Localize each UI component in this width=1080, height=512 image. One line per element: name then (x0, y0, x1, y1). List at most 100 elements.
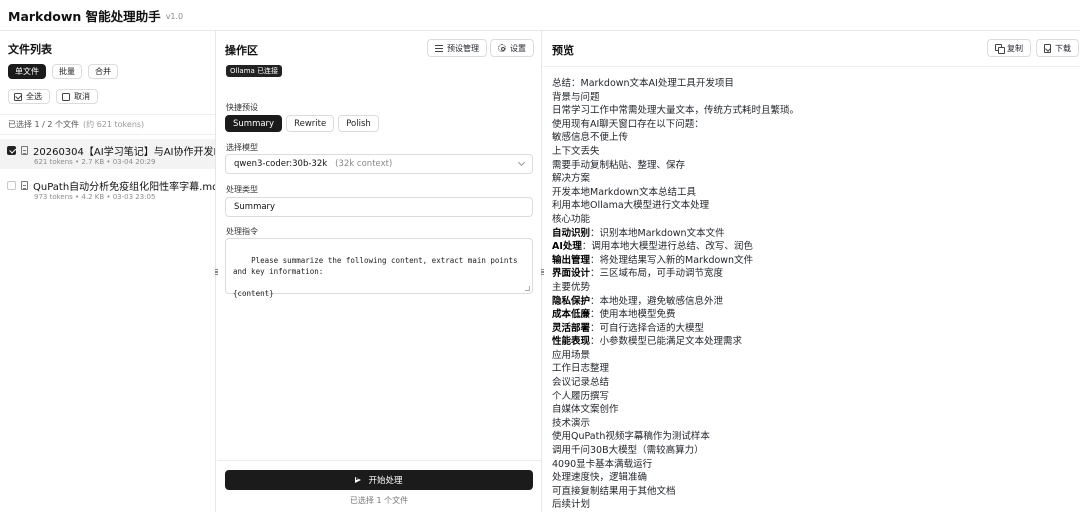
file-list-title: 文件列表 (8, 43, 52, 56)
preview-line-bold: 性能表现 (552, 336, 591, 348)
deselect-button[interactable]: 取消 (56, 89, 98, 104)
preview-panel: 预览 复制 下载 总结：Markdown文本AI处理工具开发项目 背景与问题日常学… (543, 31, 1080, 512)
download-icon (1044, 43, 1051, 53)
preview-line-text: 后续计划 (552, 499, 591, 511)
preview-line-text: ：将处理结果写入新的Markdown文件 (590, 254, 754, 266)
model-select[interactable]: qwen3-coder:30b-32k (32k context) (225, 154, 533, 174)
preview-line-text: ：使用本地模型免费 (590, 309, 676, 321)
preview-line-text: 核心功能 (552, 213, 591, 225)
select-all-label: 全选 (26, 92, 42, 101)
preview-line: 个人履历撰写 (552, 390, 1072, 404)
file-item[interactable]: 20260304【AI学习笔记】与AI协作开发Markdown 621 toke… (0, 139, 215, 169)
preview-line: 日常学习工作中常需处理大量文本，传统方式耗时且繁琐。 (552, 104, 1072, 118)
preview-line-text: 敏感信息不便上传 (552, 132, 629, 144)
preview-line: 灵活部署：可自行选择合适的大模型 (552, 322, 1072, 336)
preview-line-text: 自媒体文案创作 (552, 404, 619, 416)
file-name: 20260304【AI学习笔记】与AI协作开发Markdown (33, 146, 215, 158)
ollama-status-badge: Ollama 已连接 (226, 65, 283, 77)
preset-rewrite-button[interactable]: Rewrite (286, 115, 335, 132)
mode-single-button[interactable]: 单文件 (8, 64, 46, 79)
preview-line-text: 技术演示 (552, 417, 591, 429)
preview-line: 输出管理：将处理结果写入新的Markdown文件 (552, 254, 1072, 268)
preview-line-text: 使用QuPath视频字幕稿作为测试样本 (552, 431, 710, 443)
preset-manage-button[interactable]: 预设管理 (427, 39, 487, 57)
preset-polish-button[interactable]: Polish (338, 115, 379, 132)
start-hint: 已选择 1 个文件 (349, 496, 409, 505)
preview-content: 总结：Markdown文本AI处理工具开发项目 背景与问题日常学习工作中常需处理大… (552, 77, 1072, 512)
preview-line-text: ：小参数模型已能满足文本处理需求 (590, 336, 743, 348)
model-value: qwen3-coder:30b-32k (234, 159, 328, 169)
preview-line: 自媒体文案创作 (552, 403, 1072, 417)
mode-batch-button[interactable]: 批量 (52, 64, 82, 79)
preview-line: 总结：Markdown文本AI处理工具开发项目 (552, 77, 1072, 91)
select-all-button[interactable]: 全选 (8, 89, 50, 104)
preview-line: 需要手动复制粘贴、整理、保存 (552, 159, 1072, 173)
preview-line: 主要优势 (552, 281, 1072, 295)
settings-button[interactable]: 设置 (490, 39, 534, 57)
file-checkbox[interactable] (7, 180, 16, 190)
preview-line: 敏感信息不便上传 (552, 131, 1072, 145)
selection-count: 已选择 1 / 2 个文件 (8, 120, 80, 129)
operation-title: 操作区 (225, 44, 258, 57)
preview-line-text: 应用场景 (552, 349, 591, 361)
instruction-text: Please summarize the following content, … (233, 256, 518, 298)
quick-presets-label: 快捷预设 (226, 103, 258, 112)
preview-line-bold: 隐私保护 (552, 295, 591, 307)
preview-line: 背景与问题 (552, 91, 1072, 105)
preview-line-text: 背景与问题 (552, 91, 600, 103)
start-process-button[interactable]: 开始处理 (225, 470, 533, 490)
preview-line: 成本低廉：使用本地模型免费 (552, 308, 1072, 322)
chevron-down-icon (517, 158, 526, 167)
settings-label: 设置 (510, 43, 526, 53)
mode-merge-button[interactable]: 合并 (88, 64, 118, 79)
selection-status: 已选择 1 / 2 个文件 (约 621 tokens) (0, 114, 215, 135)
preview-title: 预览 (552, 44, 574, 57)
file-icon (21, 145, 28, 155)
textarea-resize-handle[interactable] (525, 286, 530, 291)
preview-line-bold: AI处理 (552, 241, 582, 253)
selection-tokens: (约 621 tokens) (83, 120, 145, 129)
preview-line-text: 会议记录总结 (552, 377, 610, 389)
play-icon (355, 476, 362, 484)
preview-line-text: 总结：Markdown文本AI处理工具开发项目 (552, 78, 734, 89)
preview-line: 会议记录总结 (552, 376, 1072, 390)
file-checkbox[interactable] (7, 145, 16, 155)
preset-summary-button[interactable]: Summary (225, 115, 283, 132)
preview-line-text: 4090显卡基本满载运行 (552, 458, 653, 470)
download-button[interactable]: 下载 (1036, 39, 1079, 57)
file-name: QuPath自动分析免疫组化阳性率字幕.md (33, 181, 215, 193)
preview-line: 使用QuPath视频字幕稿作为测试样本 (552, 430, 1072, 444)
divider (217, 460, 541, 461)
preview-line-text: 解决方案 (552, 173, 591, 185)
preview-line-text: 调用千问30B大模型（需较高算力） (552, 445, 704, 457)
preview-line-text: 使用现有AI聊天窗口存在以下问题： (552, 118, 704, 130)
preview-line: 自动识别：识别本地Markdown文本文件 (552, 227, 1072, 241)
preview-line: 工作日志整理 (552, 362, 1072, 376)
preview-line-text: 处理速度快，逻辑准确 (552, 472, 648, 484)
preview-line-text: ：识别本地Markdown文本文件 (590, 227, 725, 239)
mode-switcher: 单文件 批量 合并 (8, 64, 118, 79)
start-process-label: 开始处理 (368, 476, 403, 486)
preview-line-text: 需要手动复制粘贴、整理、保存 (552, 159, 686, 171)
instruction-textarea[interactable]: Please summarize the following content, … (225, 238, 533, 298)
app-title: Markdown 智能处理助手 (8, 8, 161, 24)
preview-line: 上下文丢失 (552, 145, 1072, 159)
process-type-input[interactable]: Summary (225, 197, 533, 217)
preview-line: 隐私保护：本地处理，避免敏感信息外泄 (552, 295, 1072, 309)
preview-line-text: 日常学习工作中常需处理大量文本，传统方式耗时且繁琐。 (552, 105, 800, 117)
preview-line: 使用现有AI聊天窗口存在以下问题： (552, 118, 1072, 132)
copy-button[interactable]: 复制 (987, 39, 1031, 57)
gear-icon (498, 44, 506, 52)
preview-line: 技术演示 (552, 417, 1072, 431)
preview-line: 解决方案 (552, 172, 1072, 186)
preview-line: 开发本地Markdown文本总结工具 (552, 186, 1072, 200)
preset-manage-label: 预设管理 (447, 43, 479, 53)
preview-line-text: 工作日志整理 (552, 363, 610, 375)
preview-line-bold: 界面设计 (552, 268, 591, 280)
download-label: 下载 (1055, 43, 1071, 53)
type-label: 处理类型 (226, 185, 258, 194)
model-context: (32k context) (335, 159, 393, 169)
preview-line-text: 开发本地Markdown文本总结工具 (552, 186, 697, 198)
file-item[interactable]: QuPath自动分析免疫组化阳性率字幕.md 973 tokens • 4.2 … (0, 174, 215, 204)
preview-line-text: 个人履历撰写 (552, 390, 610, 402)
